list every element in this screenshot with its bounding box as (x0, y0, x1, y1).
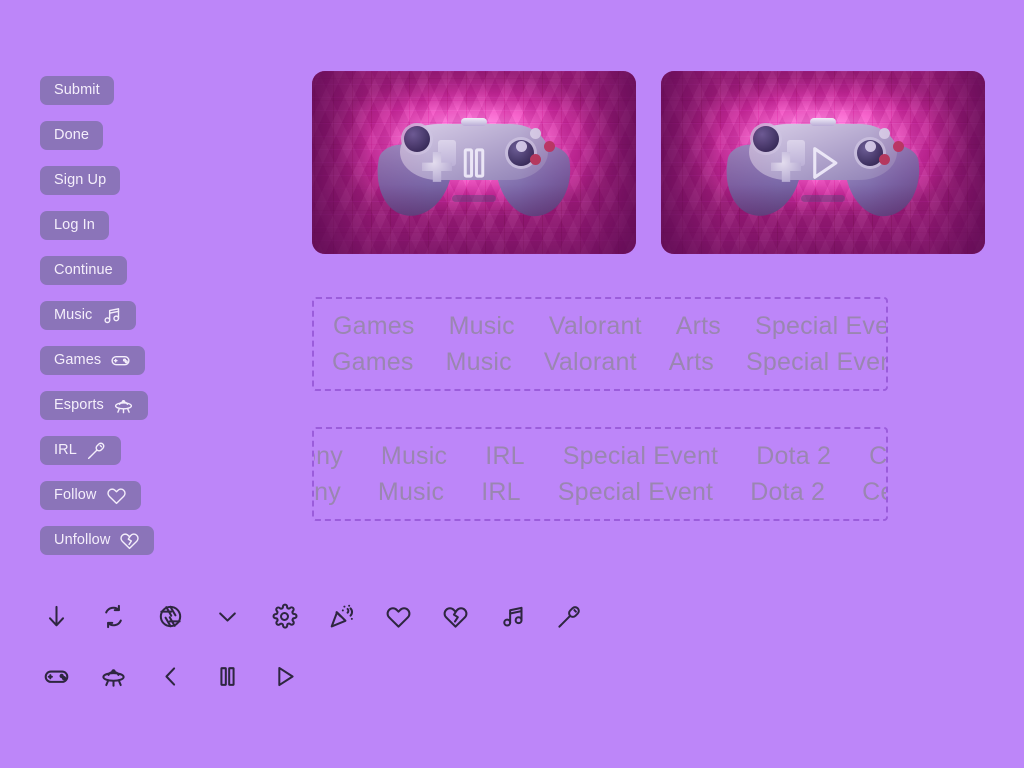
sidebar-button-esports[interactable]: Esports (40, 391, 148, 420)
tag-item[interactable]: Ceremony (862, 479, 886, 505)
chevron-down-icon[interactable] (211, 598, 244, 634)
icon-strip-secondary (40, 658, 301, 694)
thumbnail-artwork (312, 71, 636, 254)
gamepad-icon (110, 350, 131, 371)
gamepad-icon[interactable] (40, 658, 73, 694)
sidebar-button-label: Music (54, 307, 93, 324)
tag-group-categories: GamesMusicValorantArtsSpecial EventGames… (312, 297, 888, 391)
tag-item[interactable]: IRL (481, 479, 521, 505)
sidebar-button-label: IRL (54, 442, 77, 459)
tag-item[interactable]: Dota 2 (750, 479, 825, 505)
aperture-icon[interactable] (154, 598, 187, 634)
sidebar-button-label: Unfollow (54, 532, 111, 549)
tag-item[interactable]: Valorant (544, 349, 637, 375)
tag-item[interactable]: Arts (676, 313, 721, 339)
music-note-icon (101, 305, 122, 326)
tag-item[interactable]: Music (446, 349, 512, 375)
tag-row: Games Music Valorant Arts Special Event (314, 344, 886, 380)
tag-item[interactable]: Games (332, 349, 414, 375)
icon-strip-primary (40, 598, 586, 634)
tag-group-streams: Ceremony Music IRL Special Event Dota 2 Cerem… (312, 427, 888, 521)
tag-item[interactable]: Music (449, 313, 515, 339)
sidebar-button-label: Submit (54, 82, 100, 99)
sidebar-button-label: Log In (54, 217, 95, 234)
sidebar-button-log-in[interactable]: Log In (40, 211, 109, 240)
broken-heart-icon[interactable] (439, 598, 472, 634)
microphone-icon[interactable] (553, 598, 586, 634)
sidebar-button-continue[interactable]: Continue (40, 256, 127, 285)
tag-item[interactable]: Ceremony (869, 443, 886, 469)
ufo-icon (113, 395, 134, 416)
sidebar-button-follow[interactable]: Follow (40, 481, 141, 510)
sidebar-button-list: Submit Done Sign Up Log In Continue Music Game… (40, 76, 290, 571)
sidebar-button-unfollow[interactable]: Unfollow (40, 526, 155, 555)
sidebar-button-done[interactable]: Done (40, 121, 104, 150)
tag-item[interactable]: IRL (485, 443, 525, 469)
refresh-icon[interactable] (97, 598, 130, 634)
sidebar-button-label: Continue (54, 262, 113, 279)
sidebar-button-music[interactable]: Music (40, 301, 137, 330)
tag-item[interactable]: Music (381, 443, 447, 469)
sidebar-button-label: Games (54, 352, 102, 369)
tag-item[interactable]: Arts (669, 349, 714, 375)
sidebar-button-label: Done (54, 127, 90, 144)
music-note-icon[interactable] (496, 598, 529, 634)
tag-item[interactable]: Games (333, 313, 415, 339)
tag-item[interactable]: Special Event (558, 479, 713, 505)
sidebar-button-irl[interactable]: IRL (40, 436, 121, 465)
ufo-icon[interactable] (97, 658, 130, 694)
tag-item[interactable]: Ceremony (314, 443, 343, 469)
tag-row: Ceremony Music IRL Special Event Dota 2 Cerem… (314, 438, 886, 474)
sidebar-button-label: Follow (54, 487, 97, 504)
thumbnail-vignette (661, 71, 985, 254)
party-popper-icon[interactable] (325, 598, 358, 634)
video-thumbnail-playing[interactable] (661, 71, 985, 254)
heart-icon (106, 485, 127, 506)
video-thumbnail-paused[interactable] (312, 71, 636, 254)
tag-item[interactable]: Special Event (746, 349, 886, 375)
heart-icon[interactable] (382, 598, 415, 634)
sidebar-button-sign-up[interactable]: Sign Up (40, 166, 121, 195)
sidebar-button-games[interactable]: Games (40, 346, 146, 375)
microphone-icon (86, 440, 107, 461)
gear-icon[interactable] (268, 598, 301, 634)
sidebar-button-submit[interactable]: Submit (40, 76, 114, 105)
pause-icon[interactable] (211, 658, 244, 694)
tag-item[interactable]: Music (378, 479, 444, 505)
tag-item[interactable]: Valorant (549, 313, 642, 339)
sidebar-button-label: Sign Up (54, 172, 107, 189)
tag-item[interactable]: Dota 2 (756, 443, 831, 469)
chevron-left-icon[interactable] (154, 658, 187, 694)
arrow-down-icon[interactable] (40, 598, 73, 634)
tag-item[interactable]: Ceremony (314, 479, 341, 505)
thumbnail-vignette (312, 71, 636, 254)
tag-item[interactable]: Special Event (755, 313, 886, 339)
tag-row: Games Music Valorant Arts Special Event (314, 308, 886, 344)
play-icon[interactable] (268, 658, 301, 694)
broken-heart-icon (119, 530, 140, 551)
tag-item[interactable]: Special Event (563, 443, 718, 469)
sidebar-button-label: Esports (54, 397, 104, 414)
thumbnail-artwork (661, 71, 985, 254)
tag-row: Ceremony Music IRL Special Event Dota 2 Cerem… (314, 474, 886, 510)
